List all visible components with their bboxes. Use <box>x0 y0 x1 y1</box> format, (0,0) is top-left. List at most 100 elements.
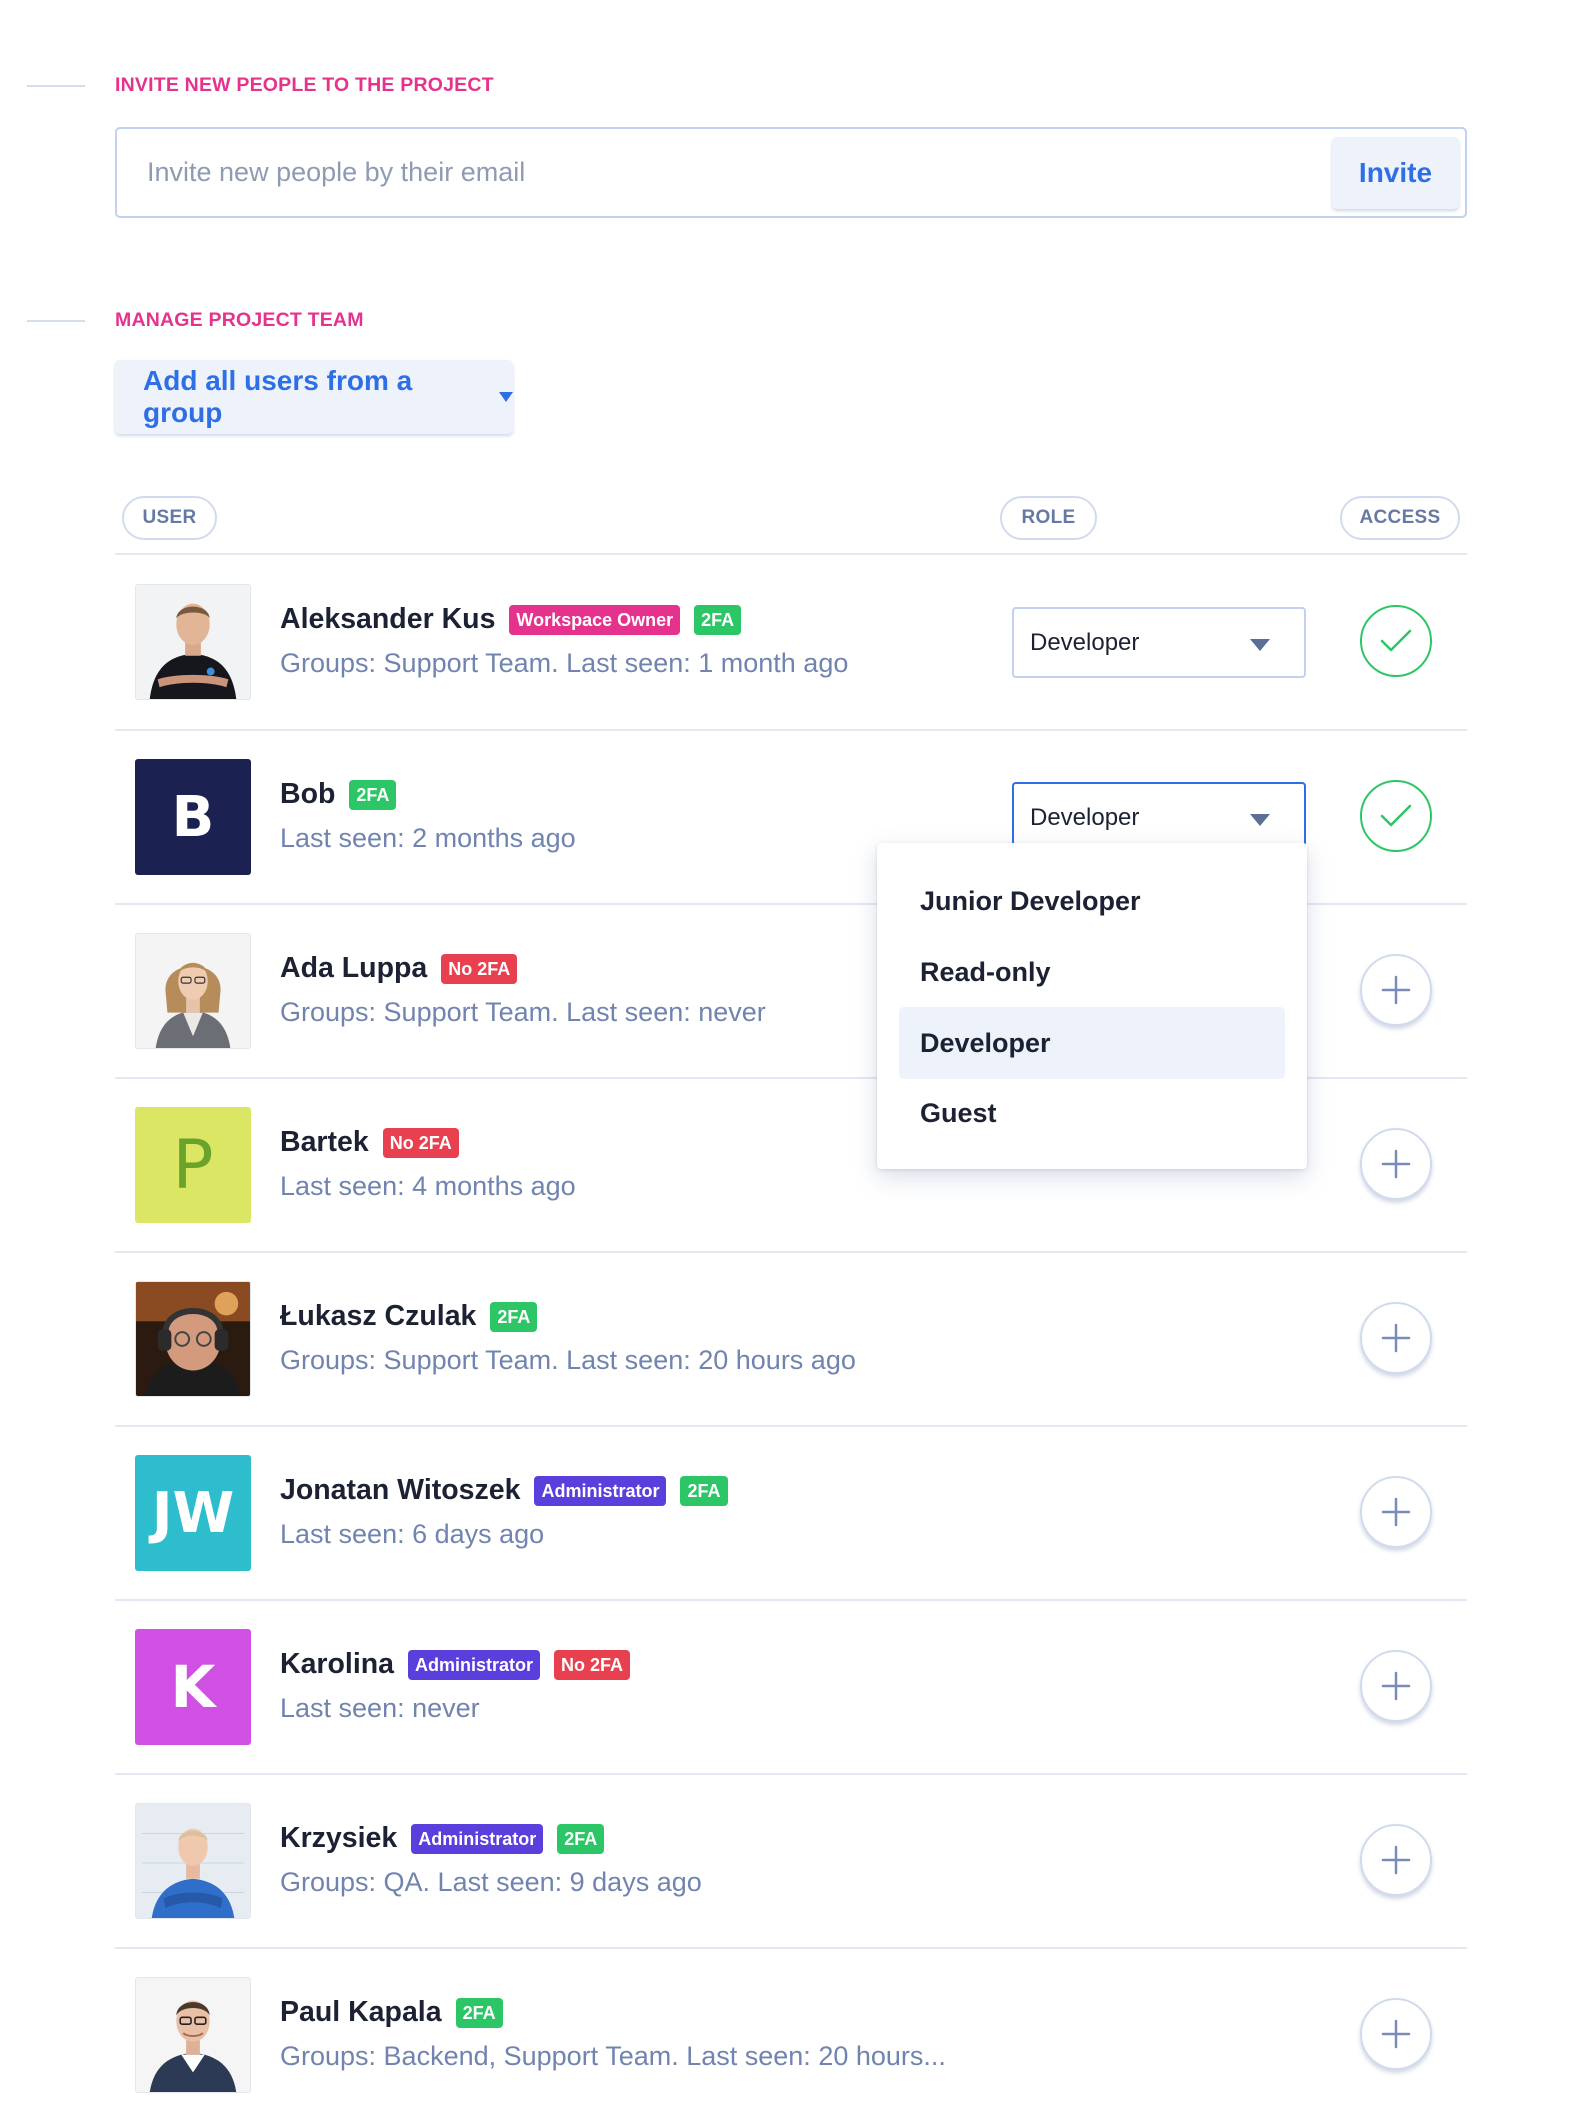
user-name: Krzysiek <box>280 1822 398 1854</box>
section-divider <box>27 320 85 322</box>
avatar-initials: P <box>172 1125 214 1205</box>
access-toggle-button[interactable] <box>1360 1128 1432 1200</box>
user-row: Łukasz Czulak 2FA Groups: Support Team. … <box>115 1252 1467 1426</box>
user-meta: Groups: Support Team. Last seen: never <box>280 997 766 1027</box>
avatar-initials: JW <box>151 1480 235 1546</box>
user-meta: Groups: Support Team. Last seen: 20 hour… <box>280 1345 856 1375</box>
role-option-read-only[interactable]: Read-only <box>899 936 1285 1008</box>
avatar-initials: B <box>171 784 215 850</box>
user-name-line: Ada Luppa No 2FA <box>280 952 518 985</box>
plus-icon <box>1381 2019 1411 2049</box>
user-name-line: Paul Kapala 2FA <box>280 1996 503 2029</box>
user-meta: Groups: Support Team. Last seen: 1 month… <box>280 648 849 678</box>
access-toggle-button[interactable] <box>1360 1650 1432 1722</box>
user-name: Aleksander Kus <box>280 603 496 635</box>
2fa-badge: 2FA <box>349 779 397 810</box>
workspace-owner-badge: Workspace Owner <box>509 604 681 635</box>
role-option-guest[interactable]: Guest <box>899 1077 1285 1149</box>
invite-form: Invite <box>115 127 1467 218</box>
user-name: Ada Luppa <box>280 952 428 984</box>
user-name-line: Krzysiek Administrator 2FA <box>280 1822 605 1855</box>
plus-icon <box>1381 975 1411 1005</box>
checkmark-icon <box>1380 629 1412 652</box>
no-2fa-badge: No 2FA <box>441 953 518 984</box>
user-name-line: Bartek No 2FA <box>280 1126 459 1159</box>
user-row: JW Jonatan Witoszek Administrator 2FA La… <box>115 1426 1467 1600</box>
role-option-developer[interactable]: Developer <box>899 1007 1285 1079</box>
role-dropdown-menu: Junior Developer Read-only Developer Gue… <box>877 843 1307 1169</box>
user-meta: Last seen: never <box>280 1693 480 1723</box>
access-toggle-button[interactable] <box>1360 1998 1432 2070</box>
user-name: Karolina <box>280 1648 395 1680</box>
user-name: Bob <box>280 778 336 810</box>
access-toggle-button[interactable] <box>1360 954 1432 1026</box>
invite-email-input[interactable] <box>117 129 1327 216</box>
user-name: Paul Kapala <box>280 1996 442 2028</box>
invite-button[interactable]: Invite <box>1332 137 1459 209</box>
user-row: K Karolina Administrator No 2FA Last see… <box>115 1600 1467 1774</box>
plus-icon <box>1381 1671 1411 1701</box>
plus-icon <box>1381 1149 1411 1179</box>
2fa-badge: 2FA <box>694 604 742 635</box>
avatar: P <box>135 1107 251 1223</box>
administrator-badge: Administrator <box>411 1823 544 1854</box>
access-toggle-button[interactable] <box>1360 1302 1432 1374</box>
access-toggle-button[interactable] <box>1360 605 1432 677</box>
administrator-badge: Administrator <box>408 1649 541 1680</box>
avatar <box>135 933 251 1049</box>
avatar <box>135 584 251 700</box>
user-name-line: Łukasz Czulak 2FA <box>280 1300 538 1333</box>
avatar <box>135 1803 251 1919</box>
triangle-down-icon <box>1250 814 1270 826</box>
user-meta: Last seen: 6 days ago <box>280 1519 545 1549</box>
user-meta: Last seen: 4 months ago <box>280 1171 576 1201</box>
role-select[interactable]: Developer <box>1012 607 1306 678</box>
2fa-badge: 2FA <box>455 1997 503 2028</box>
access-toggle-button[interactable] <box>1360 780 1432 852</box>
role-option-junior-developer[interactable]: Junior Developer <box>899 865 1285 937</box>
avatar: K <box>135 1629 251 1745</box>
invite-section-title: INVITE NEW PEOPLE TO THE PROJECT <box>115 74 494 96</box>
checkmark-icon <box>1380 804 1412 827</box>
column-header-user[interactable]: USER <box>122 496 217 540</box>
avatar: JW <box>135 1455 251 1571</box>
user-name-line: Aleksander Kus Workspace Owner 2FA <box>280 603 742 636</box>
add-group-users-label: Add all users from a group <box>143 365 413 428</box>
avatar: B <box>135 759 251 875</box>
2fa-badge: 2FA <box>490 1301 538 1332</box>
plus-icon <box>1381 1845 1411 1875</box>
no-2fa-badge: No 2FA <box>554 1649 631 1680</box>
add-group-users-button[interactable]: Add all users from a group <box>115 360 513 434</box>
user-row: Krzysiek Administrator 2FA Groups: QA. L… <box>115 1774 1467 1948</box>
administrator-badge: Administrator <box>534 1475 667 1506</box>
role-select-value: Developer <box>1030 628 1140 656</box>
user-meta: Groups: Backend, Support Team. Last seen… <box>280 2041 946 2071</box>
section-divider <box>27 85 85 87</box>
role-select-value: Developer <box>1030 803 1140 831</box>
user-meta: Last seen: 2 months ago <box>280 823 576 853</box>
2fa-badge: 2FA <box>557 1823 605 1854</box>
avatar-initials: K <box>170 1653 216 1721</box>
column-header-access[interactable]: ACCESS <box>1340 496 1460 540</box>
user-name-line: Bob 2FA <box>280 778 397 811</box>
team-section-title: MANAGE PROJECT TEAM <box>115 309 364 331</box>
avatar <box>135 1977 251 2093</box>
avatar <box>135 1281 251 1397</box>
column-header-role[interactable]: ROLE <box>1000 496 1097 540</box>
caret-down-icon <box>499 392 513 402</box>
user-name-line: Karolina Administrator No 2FA <box>280 1648 631 1681</box>
user-name: Bartek <box>280 1126 369 1158</box>
access-toggle-button[interactable] <box>1360 1824 1432 1896</box>
user-name: Łukasz Czulak <box>280 1300 477 1332</box>
no-2fa-badge: No 2FA <box>382 1127 459 1158</box>
access-toggle-button[interactable] <box>1360 1476 1432 1548</box>
user-row: Aleksander Kus Workspace Owner 2FA Group… <box>115 555 1467 729</box>
plus-icon <box>1381 1323 1411 1353</box>
plus-icon <box>1381 1497 1411 1527</box>
user-name-line: Jonatan Witoszek Administrator 2FA <box>280 1474 728 1507</box>
user-name: Jonatan Witoszek <box>280 1474 521 1506</box>
user-row: Paul Kapala 2FA Groups: Backend, Support… <box>115 1948 1467 2119</box>
2fa-badge: 2FA <box>680 1475 728 1506</box>
triangle-down-icon <box>1250 639 1270 651</box>
user-meta: Groups: QA. Last seen: 9 days ago <box>280 1867 702 1897</box>
